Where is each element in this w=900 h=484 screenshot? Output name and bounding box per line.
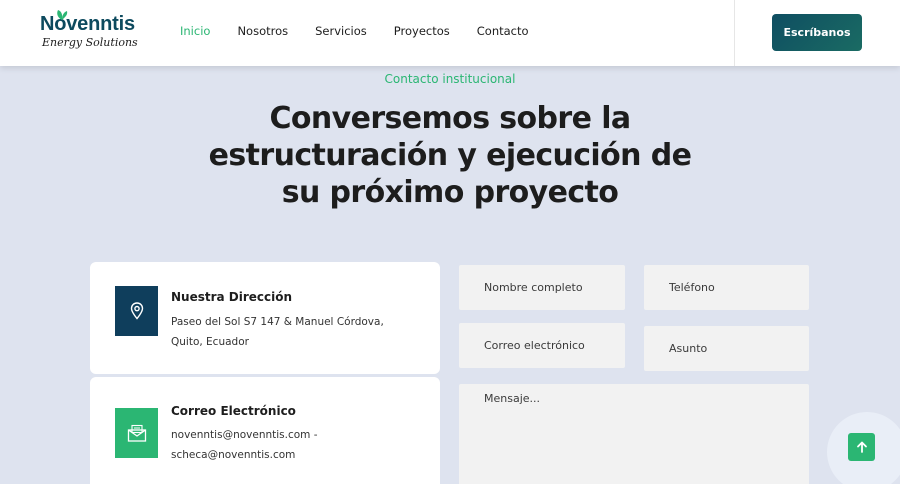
nav-item-servicios[interactable]: Servicios (315, 24, 367, 38)
full-name-input[interactable] (459, 265, 625, 310)
email-text: novenntis@novenntis.com - scheca@novennt… (171, 429, 318, 461)
location-pin-icon (115, 286, 158, 336)
phone-input[interactable] (644, 265, 809, 310)
nav-item-nosotros[interactable]: Nosotros (237, 24, 288, 38)
scroll-to-top-button[interactable] (848, 433, 875, 461)
main-nav: Inicio Nosotros Servicios Proyectos Cont… (180, 24, 529, 38)
logo-brand: Novenntis (40, 13, 135, 35)
page-title: Conversemos sobre la estructuración y ej… (208, 101, 692, 210)
leaf-icon (57, 10, 68, 20)
nav-item-contacto[interactable]: Contacto (477, 24, 529, 38)
section-eyebrow: Contacto institucional (384, 72, 516, 86)
nav-item-inicio[interactable]: Inicio (180, 24, 210, 38)
header-divider (734, 0, 735, 66)
address-text: Paseo del Sol S7 147 & Manuel Córdova, Q… (171, 316, 384, 348)
email-card: Correo Electrónico novenntis@novenntis.c… (90, 377, 440, 484)
write-us-button[interactable]: Escríbanos (772, 14, 862, 51)
arrow-up-icon (856, 441, 867, 453)
email-input[interactable] (459, 323, 625, 368)
email-title: Correo Electrónico (171, 404, 296, 418)
site-header: Novenntis Energy Solutions Inicio Nosotr… (0, 0, 900, 66)
subject-input[interactable] (644, 326, 809, 371)
email-envelope-icon (115, 408, 158, 458)
nav-item-proyectos[interactable]: Proyectos (394, 24, 450, 38)
logo[interactable]: Novenntis Energy Solutions (40, 10, 150, 55)
message-textarea[interactable] (459, 384, 809, 484)
address-card: Nuestra Dirección Paseo del Sol S7 147 &… (90, 262, 440, 374)
logo-tagline: Energy Solutions (42, 36, 138, 49)
address-title: Nuestra Dirección (171, 290, 293, 304)
